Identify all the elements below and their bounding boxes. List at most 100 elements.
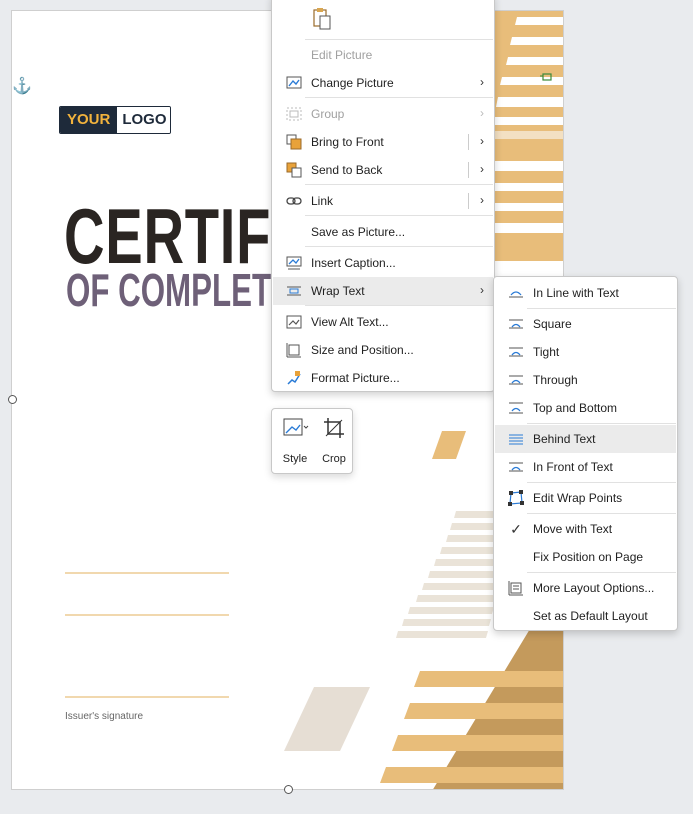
wrap-option-more-layout[interactable]: More Layout Options... xyxy=(495,574,676,602)
menu-separator xyxy=(305,97,493,98)
change-picture-icon xyxy=(285,75,303,91)
menu-item-label: Move with Text xyxy=(533,522,613,536)
signature-label: Issuer's signature xyxy=(65,711,144,722)
menu-item-label: Format Picture... xyxy=(311,371,400,385)
split-divider xyxy=(468,162,469,178)
menu-item-link[interactable]: Link › xyxy=(273,187,493,215)
wrap-option-square[interactable]: Square xyxy=(495,310,676,338)
paste-option[interactable] xyxy=(273,3,493,33)
insert-caption-icon xyxy=(285,255,303,271)
wrap-option-through[interactable]: Through xyxy=(495,366,676,394)
crop-label: Crop xyxy=(322,453,346,465)
through-wrap-icon xyxy=(507,372,525,388)
signature-line xyxy=(65,572,229,574)
menu-separator xyxy=(305,184,493,185)
menu-item-label: Change Picture xyxy=(311,76,394,90)
menu-item-label: Edit Picture xyxy=(311,48,373,62)
menu-item-view-alt-text[interactable]: View Alt Text... xyxy=(273,308,493,336)
menu-separator xyxy=(305,39,493,40)
menu-item-label: In Front of Text xyxy=(533,460,613,474)
menu-item-save-as-picture[interactable]: Save as Picture... xyxy=(273,218,493,246)
chevron-right-icon: › xyxy=(480,75,484,89)
split-divider xyxy=(468,193,469,209)
menu-item-label: Edit Wrap Points xyxy=(533,491,623,505)
menu-item-label: Send to Back xyxy=(311,163,383,177)
format-picture-icon xyxy=(285,370,303,386)
wrap-option-top-and-bottom[interactable]: Top and Bottom xyxy=(495,394,676,422)
certificate-subtitle: OF COMPLETIO xyxy=(66,264,305,316)
menu-item-group[interactable]: Group › xyxy=(273,100,493,128)
logo-part1: YOUR xyxy=(60,107,118,133)
paste-icon xyxy=(311,7,333,31)
edit-wrap-points-icon xyxy=(507,490,525,506)
wrap-option-set-default[interactable]: Set as Default Layout xyxy=(495,602,676,630)
chevron-right-icon: › xyxy=(480,106,484,120)
chevron-right-icon[interactable]: › xyxy=(480,162,484,176)
wrap-option-fix-position[interactable]: Fix Position on Page xyxy=(495,543,676,571)
menu-item-label: Square xyxy=(533,317,572,331)
menu-separator xyxy=(305,215,493,216)
crop-icon xyxy=(324,418,344,438)
menu-item-label: Set as Default Layout xyxy=(533,609,648,623)
chevron-right-icon[interactable]: › xyxy=(480,193,484,207)
menu-item-edit-picture[interactable]: Edit Picture xyxy=(273,41,493,69)
inline-wrap-icon xyxy=(507,285,525,301)
menu-item-wrap-text[interactable]: Wrap Text › xyxy=(273,277,493,305)
alt-text-icon xyxy=(285,314,303,330)
layout-options-icon xyxy=(507,580,525,596)
resize-handle-left[interactable] xyxy=(8,395,17,404)
menu-separator xyxy=(305,246,493,247)
group-icon xyxy=(285,106,303,122)
wrap-option-behind-text[interactable]: Behind Text xyxy=(495,425,676,453)
menu-item-label: Bring to Front xyxy=(311,135,384,149)
wrap-option-in-line[interactable]: In Line with Text xyxy=(495,279,676,307)
menu-separator xyxy=(527,482,676,483)
behind-text-icon xyxy=(507,431,525,447)
menu-separator xyxy=(527,308,676,309)
menu-item-label: Top and Bottom xyxy=(533,401,618,415)
menu-item-label: Group xyxy=(311,107,345,121)
menu-item-label: In Line with Text xyxy=(533,286,619,300)
logo-part2: LOGO xyxy=(117,107,170,133)
menu-item-label: Save as Picture... xyxy=(311,225,406,239)
menu-item-label: Fix Position on Page xyxy=(533,550,644,564)
wrap-option-edit-wrap-points[interactable]: Edit Wrap Points xyxy=(495,484,676,512)
signature-line xyxy=(65,696,229,698)
menu-item-change-picture[interactable]: Change Picture › xyxy=(273,69,493,97)
crop-button[interactable]: Crop xyxy=(315,415,353,469)
layout-options-icon[interactable] xyxy=(540,73,552,83)
split-divider xyxy=(468,134,469,150)
signature-line xyxy=(65,614,229,616)
menu-item-size-and-position[interactable]: Size and Position... xyxy=(273,336,493,364)
your-logo: YOUR LOGO xyxy=(59,106,171,134)
menu-item-label: Through xyxy=(533,373,578,387)
menu-item-label: Link xyxy=(311,194,334,208)
menu-item-format-picture[interactable]: Format Picture... xyxy=(273,364,493,392)
menu-item-label: View Alt Text... xyxy=(311,315,389,329)
picture-style-icon xyxy=(283,418,309,436)
menu-item-insert-caption[interactable]: Insert Caption... xyxy=(273,249,493,277)
menu-item-label: Size and Position... xyxy=(311,343,414,357)
anchor-icon[interactable]: ⚓ xyxy=(12,76,32,96)
style-button[interactable]: Style xyxy=(276,415,314,469)
menu-separator xyxy=(527,572,676,573)
wrap-option-tight[interactable]: Tight xyxy=(495,338,676,366)
tight-wrap-icon xyxy=(507,344,525,360)
style-label: Style xyxy=(282,453,308,465)
menu-separator xyxy=(527,423,676,424)
menu-item-send-to-back[interactable]: Send to Back › xyxy=(273,156,493,184)
menu-separator xyxy=(527,513,676,514)
chevron-right-icon[interactable]: › xyxy=(480,134,484,148)
menu-item-label: Wrap Text xyxy=(311,284,365,298)
wrap-option-in-front-of-text[interactable]: In Front of Text xyxy=(495,453,676,481)
top-bottom-wrap-icon xyxy=(507,400,525,416)
menu-item-bring-to-front[interactable]: Bring to Front › xyxy=(273,128,493,156)
size-position-icon xyxy=(285,342,303,358)
checkmark-icon: ✓ xyxy=(510,520,522,537)
menu-separator xyxy=(305,305,493,306)
wrap-option-move-with-text[interactable]: ✓ Move with Text xyxy=(495,515,676,543)
menu-item-label: Insert Caption... xyxy=(311,256,396,270)
menu-item-label: Tight xyxy=(533,345,560,359)
in-front-text-icon xyxy=(507,459,525,475)
resize-handle-bottom[interactable] xyxy=(284,785,293,794)
